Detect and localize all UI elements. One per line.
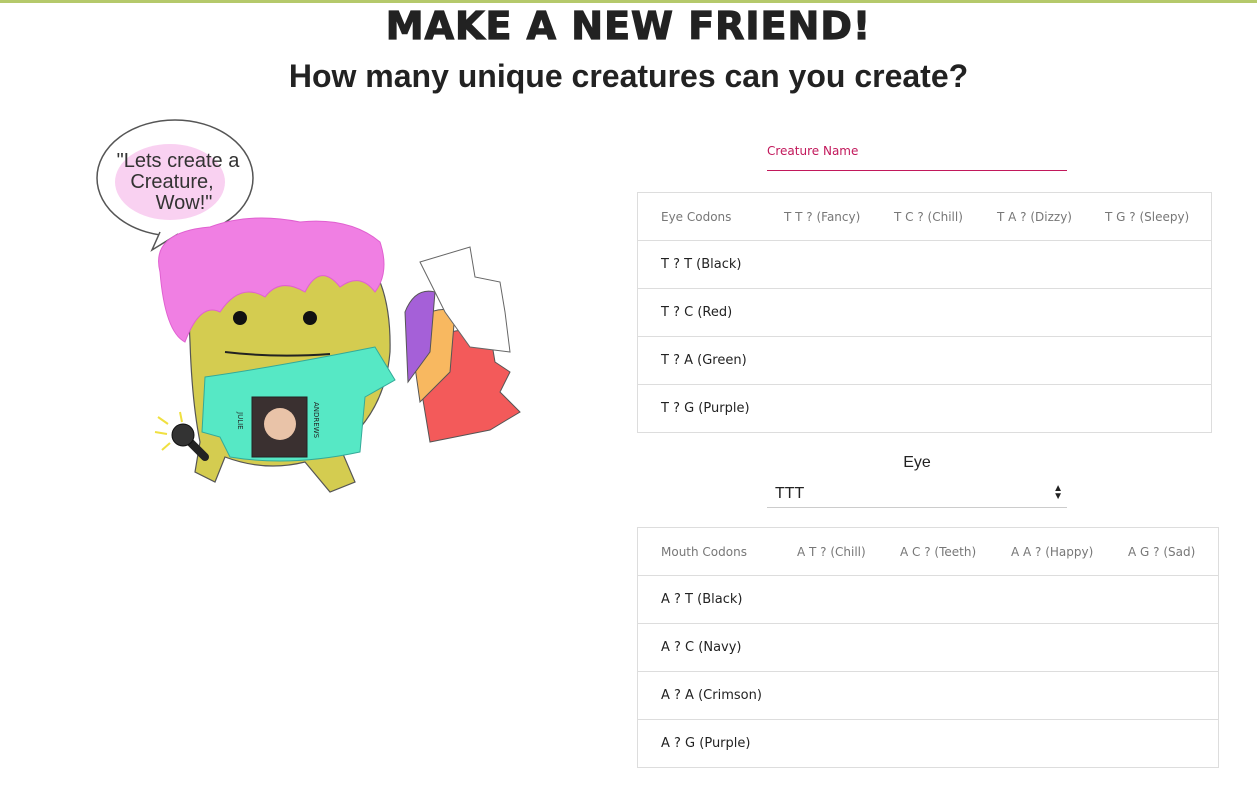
table-header: A C ? (Teeth)	[900, 527, 1011, 576]
top-rule	[0, 0, 1257, 3]
row-label: T ? T (Black)	[637, 240, 784, 289]
creature-illustration: "Lets create a Creature, Wow!" JULIE AND…	[96, 119, 521, 493]
table-header: T T ? (Fancy)	[784, 192, 894, 241]
shirt-text-left: JULIE	[236, 411, 244, 430]
row-label: T ? G (Purple)	[637, 384, 784, 433]
table-header-row: Eye Codons T T ? (Fancy) T C ? (Chill) T…	[637, 192, 1212, 241]
row-label: A ? A (Crimson)	[637, 671, 797, 720]
row-label: A ? C (Navy)	[637, 623, 797, 672]
eye-select-label: Eye	[903, 454, 931, 471]
table-row: T ? C (Red)	[637, 288, 1212, 337]
table-header: T C ? (Chill)	[894, 192, 997, 241]
table-row: T ? T (Black)	[637, 240, 1212, 289]
mouth-codons-table: Mouth Codons A T ? (Chill) A C ? (Teeth)…	[637, 527, 1219, 768]
table-row: A ? A (Crimson)	[637, 671, 1219, 720]
table-header: A A ? (Happy)	[1011, 527, 1128, 576]
eye-select[interactable]: TTT ▲ ▼	[767, 482, 1067, 508]
table-row: A ? C (Navy)	[637, 623, 1219, 672]
row-label: T ? A (Green)	[637, 336, 784, 385]
creature-left-eye	[233, 311, 247, 325]
table-header: Eye Codons	[637, 192, 784, 241]
table-header: A T ? (Chill)	[797, 527, 900, 576]
table-header-row: Mouth Codons A T ? (Chill) A C ? (Teeth)…	[637, 527, 1219, 576]
page-subtitle: How many unique creatures can you create…	[288, 58, 969, 94]
table-row: T ? A (Green)	[637, 336, 1212, 385]
eye-codons-table: Eye Codons T T ? (Fancy) T C ? (Chill) T…	[637, 192, 1212, 433]
row-label: T ? C (Red)	[637, 288, 784, 337]
table-row: A ? G (Purple)	[637, 719, 1219, 768]
table-header: Mouth Codons	[637, 527, 797, 576]
speech-text-line2: Creature,	[130, 171, 213, 193]
eye-select-value: TTT	[775, 485, 805, 502]
microphone-icon	[171, 423, 195, 447]
table-header: T A ? (Dizzy)	[997, 192, 1105, 241]
table-header: T G ? (Sleepy)	[1105, 192, 1212, 241]
table-row: T ? G (Purple)	[637, 384, 1212, 433]
table-header: A G ? (Sad)	[1128, 527, 1219, 576]
row-label: A ? G (Purple)	[637, 719, 797, 768]
row-label: A ? T (Black)	[637, 575, 797, 624]
shirt-text-right: ANDREWS	[312, 402, 320, 439]
speech-text-line3: Wow!"	[156, 192, 213, 214]
select-arrows-icon: ▲ ▼	[1053, 483, 1063, 502]
page-title: MAKE A NEW FRIEND!	[385, 3, 872, 48]
table-row: A ? T (Black)	[637, 575, 1219, 624]
creature-right-eye	[303, 311, 317, 325]
speech-text-line1: "Lets create a	[117, 150, 241, 172]
creature-name-input[interactable]	[767, 150, 1067, 171]
